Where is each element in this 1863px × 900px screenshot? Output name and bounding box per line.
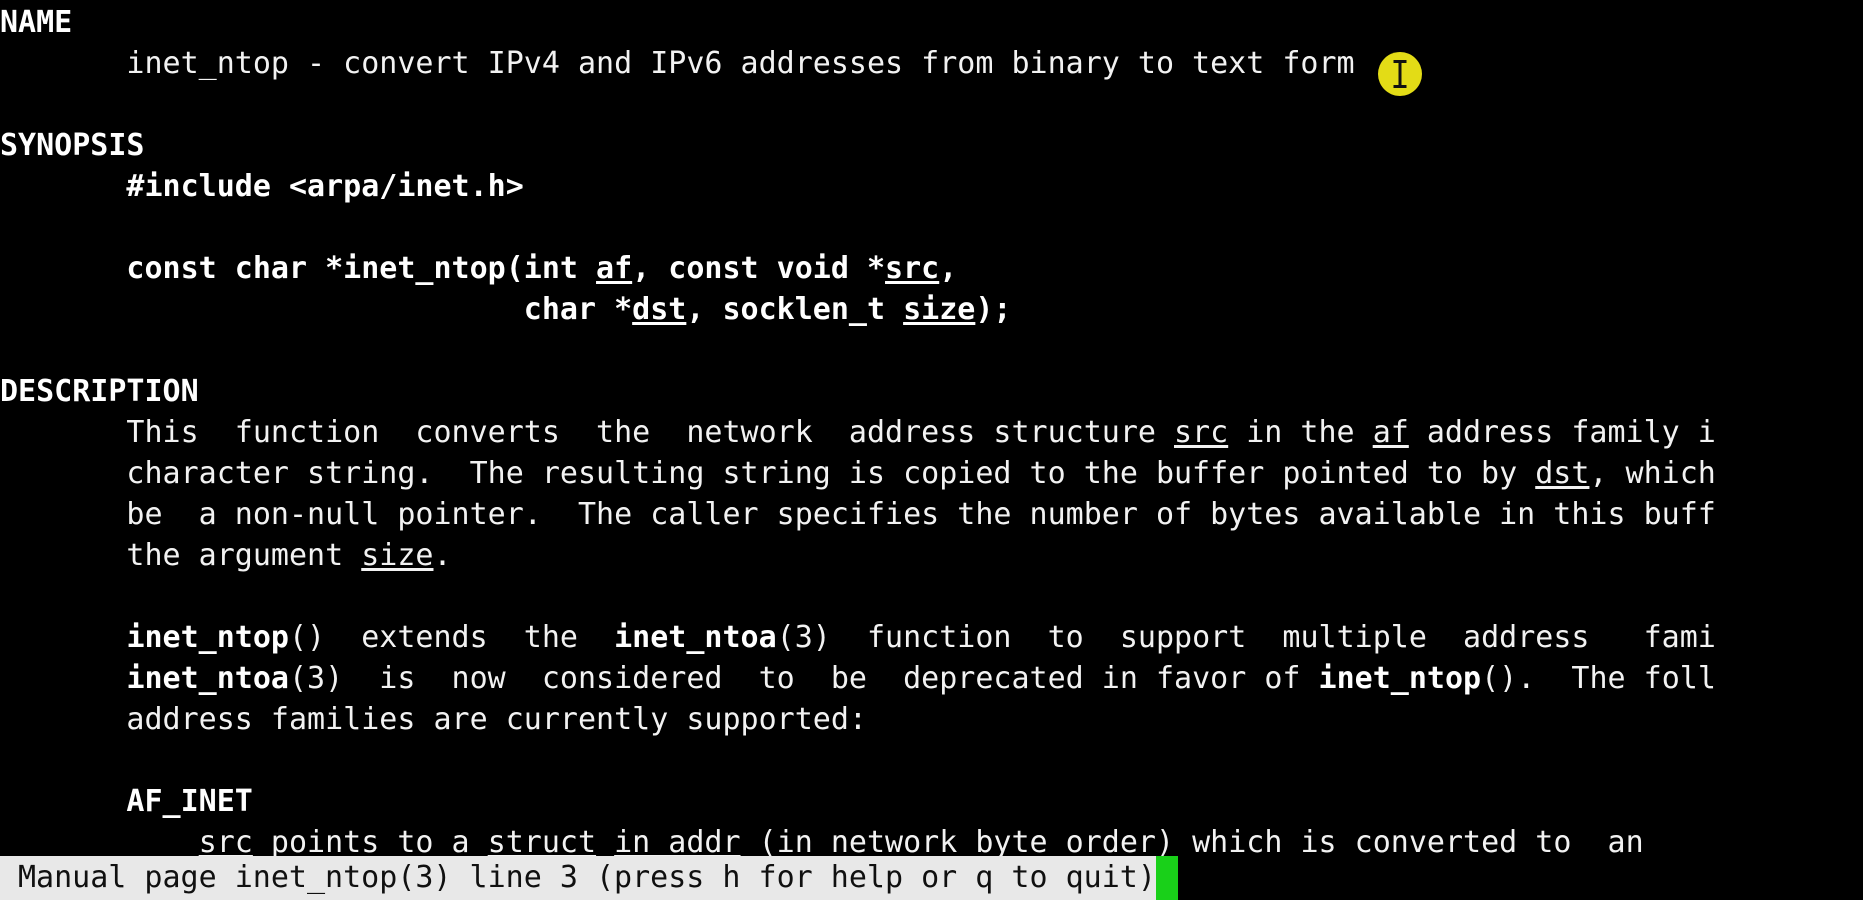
bold-text: ); <box>975 292 1012 327</box>
text-run: address family i <box>1408 415 1716 450</box>
synopsis-proto-1: const char *inet_ntop(int af, const void… <box>0 248 1863 289</box>
desc-line-3: be a non-null pointer. The caller specif… <box>0 494 1863 535</box>
name-desc: inet_ntop - convert IPv4 and IPv6 addres… <box>0 43 1863 84</box>
text-run: address families are currently supported… <box>0 702 867 737</box>
desc-line-1: This function converts the network addre… <box>0 412 1863 453</box>
bold-text: #include <arpa/inet.h> <box>0 169 524 204</box>
emphasized-term: in_addr <box>614 825 741 860</box>
manpage-content: NAME inet_ntop - convert IPv4 and IPv6 a… <box>0 0 1863 863</box>
bold-text: , const void * <box>632 251 886 286</box>
bold-text: , <box>939 251 958 286</box>
bold-text: const char *inet_ntop(int <box>0 251 597 286</box>
bold-text: NAME <box>0 5 73 40</box>
emphasized-term: dst <box>1535 456 1590 491</box>
text-run: (3) function to support multiple address… <box>776 620 1716 655</box>
bold-text: inet_ntoa <box>126 661 289 696</box>
bold-text: AF_INET <box>0 784 253 819</box>
emphasized-term: src <box>198 825 253 860</box>
heading-synopsis: SYNOPSIS <box>0 125 1863 166</box>
emphasized-term: src <box>1174 415 1229 450</box>
desc-line-2: character string. The resulting string i… <box>0 453 1863 494</box>
emphasized-term: af <box>1372 415 1409 450</box>
terminal-window[interactable]: NAME inet_ntop - convert IPv4 and IPv6 a… <box>0 0 1863 900</box>
bold-text: inet_ntop <box>1318 661 1482 696</box>
desc-line-6: inet_ntoa(3) is now considered to be dep… <box>0 658 1863 699</box>
text-run: (in network byte order) which is convert… <box>740 825 1644 860</box>
text-run: points to a <box>252 825 488 860</box>
text-run: in the <box>1228 415 1373 450</box>
text-run <box>0 661 126 696</box>
desc-line-7: address families are currently supported… <box>0 699 1863 740</box>
terminal-cursor-block <box>1155 856 1178 900</box>
heading-description: DESCRIPTION <box>0 371 1863 412</box>
text-run <box>0 620 126 655</box>
subheading-af-inet: AF_INET <box>0 781 1863 822</box>
emphasized-term: dst <box>632 292 687 327</box>
heading-name: NAME <box>0 2 1863 43</box>
text-run: () extends the <box>289 620 615 655</box>
text-run: be a non-null pointer. The caller specif… <box>0 497 1716 532</box>
bold-text: SYNOPSIS <box>0 128 145 163</box>
pager-status-bar[interactable]: Manual page inet_ntop(3) line 3 (press h… <box>0 856 1178 900</box>
synopsis-proto-2: char *dst, socklen_t size); <box>0 289 1863 330</box>
blank-4 <box>0 576 1863 617</box>
blank-2 <box>0 207 1863 248</box>
emphasized-term: size <box>903 292 976 327</box>
bold-text: inet_ntoa <box>614 620 777 655</box>
bold-text: , socklen_t <box>686 292 904 327</box>
text-run: inet_ntop - convert IPv4 and IPv6 addres… <box>0 46 1355 81</box>
blank-5 <box>0 740 1863 781</box>
text-run: . <box>433 538 452 573</box>
emphasized-term: size <box>361 538 434 573</box>
text-run: character string. The resulting string i… <box>0 456 1536 491</box>
desc-line-5: inet_ntop() extends the inet_ntoa(3) fun… <box>0 617 1863 658</box>
text-run: , which <box>1589 456 1716 491</box>
synopsis-include: #include <arpa/inet.h> <box>0 166 1863 207</box>
bold-text: char * <box>0 292 633 327</box>
blank-1 <box>0 84 1863 125</box>
desc-line-4: the argument size. <box>0 535 1863 576</box>
status-bar-text: Manual page inet_ntop(3) line 3 (press h… <box>0 856 1156 900</box>
blank-3 <box>0 330 1863 371</box>
text-run: (). The foll <box>1481 661 1716 696</box>
bold-text: inet_ntop <box>126 620 289 655</box>
emphasized-term: af <box>596 251 633 286</box>
bold-text: DESCRIPTION <box>0 374 199 409</box>
text-run <box>0 825 199 860</box>
text-run: the argument <box>0 538 362 573</box>
text-run: (3) is now considered to be deprecated i… <box>289 661 1319 696</box>
emphasized-term: struct <box>487 825 597 860</box>
emphasized-term: src <box>885 251 940 286</box>
text-run <box>596 825 614 860</box>
text-run: This function converts the network addre… <box>0 415 1174 450</box>
